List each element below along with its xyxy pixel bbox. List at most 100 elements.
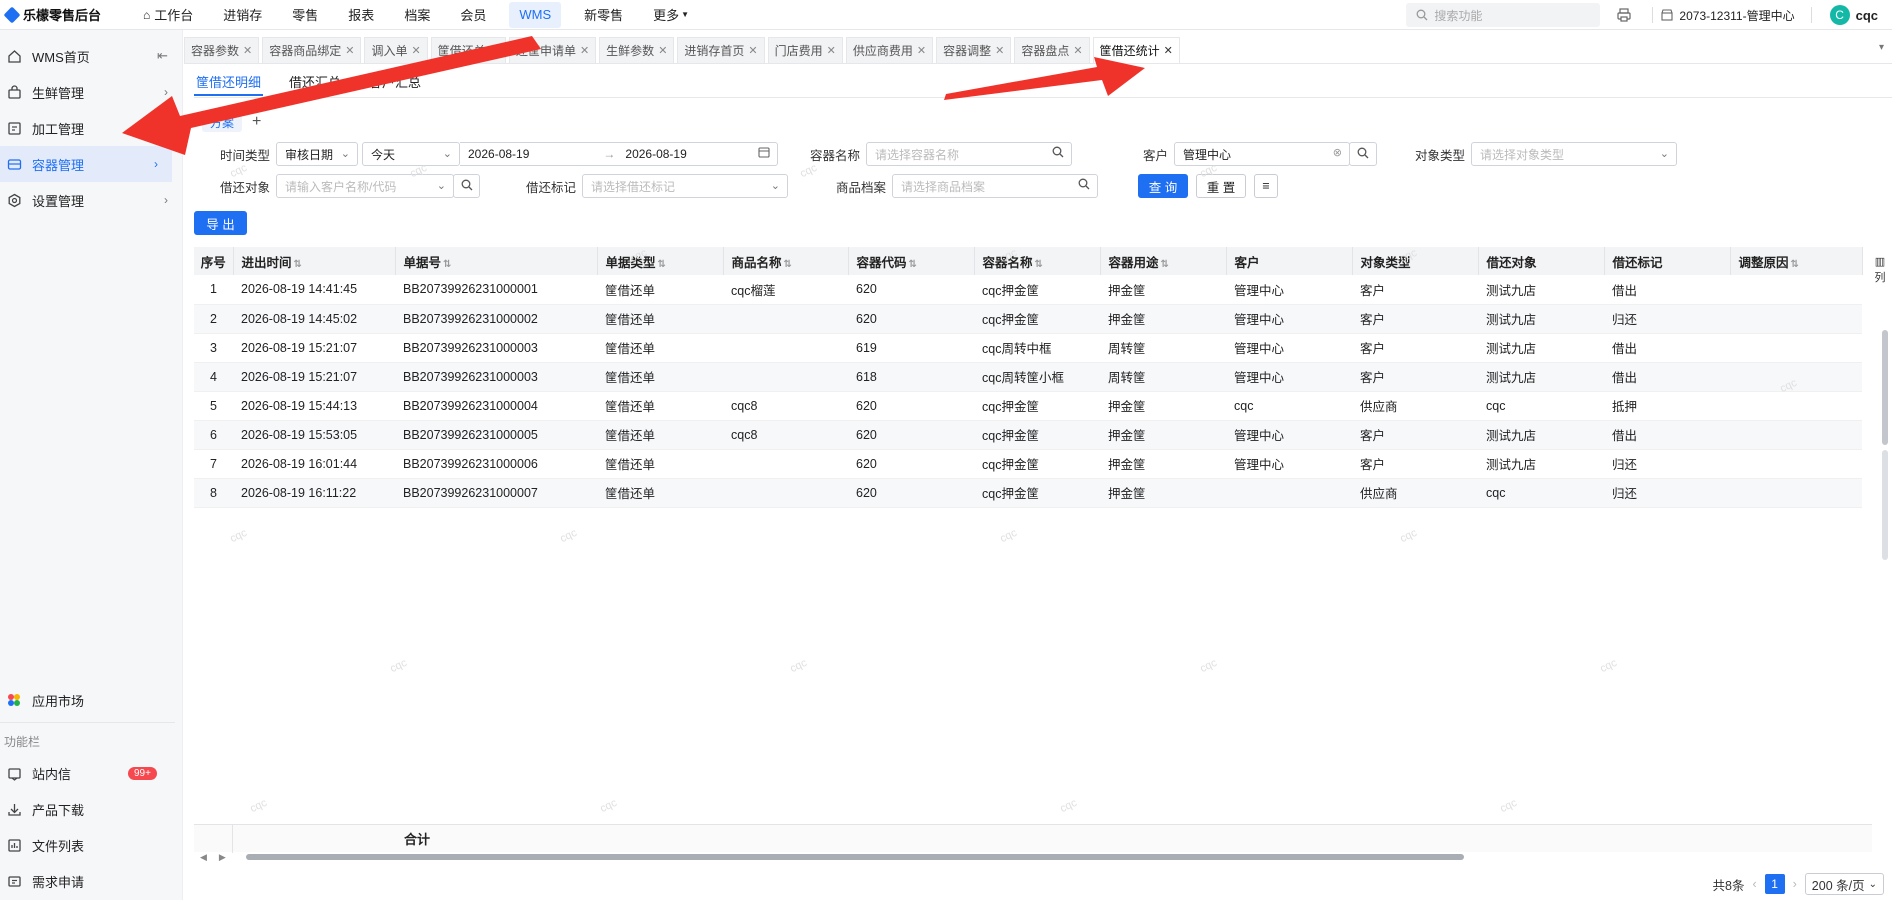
avatar[interactable]: C: [1829, 5, 1850, 25]
collapse-sidebar-icon[interactable]: ⇤: [157, 48, 168, 64]
table-row[interactable]: 7 2026-08-19 16:01:44 BB20739926231000006 筐…: [194, 449, 1862, 479]
subtab-customer-summary[interactable]: 客户汇总: [367, 72, 423, 96]
sidebar-item-processing[interactable]: 加工管理: [0, 110, 182, 146]
query-button[interactable]: 查 询: [1138, 174, 1188, 198]
reset-button[interactable]: 重 置: [1196, 174, 1246, 198]
search-icon[interactable]: [1052, 146, 1064, 161]
close-icon[interactable]: ✕: [995, 44, 1004, 57]
add-icon[interactable]: +: [252, 113, 261, 131]
customer-search-button[interactable]: [1349, 142, 1377, 166]
nav-member[interactable]: 会员: [445, 0, 501, 30]
table-row[interactable]: 2 2026-08-19 14:45:02 BB20739926231000002 筐…: [194, 304, 1862, 334]
printer-icon[interactable]: [1614, 5, 1634, 25]
object-type-select[interactable]: 请选择对象类型 ⌄: [1471, 142, 1677, 166]
borrow-mark-select[interactable]: 请选择借还标记 ⌄: [582, 174, 788, 198]
sort-icon[interactable]: ⇅: [784, 259, 792, 270]
customer-input[interactable]: 管理中心 ⊗: [1174, 142, 1350, 166]
tab-store-fees[interactable]: 门店费用 ✕: [767, 37, 843, 63]
next-page-icon[interactable]: ›: [1793, 877, 1797, 891]
table-row[interactable]: 1 2026-08-19 14:41:45 BB20739926231000001 筐…: [194, 275, 1862, 305]
sidebar-item-wms-home[interactable]: WMS首页 ⇤: [0, 38, 182, 74]
column-header[interactable]: 单据号 ⇅: [395, 247, 598, 275]
column-header[interactable]: 容器名称 ⇅: [974, 247, 1101, 275]
sort-icon[interactable]: ⇅: [1791, 259, 1799, 270]
chevron-down-icon[interactable]: ▾: [1879, 42, 1884, 53]
tab-fresh-params[interactable]: 生鲜参数 ✕: [599, 37, 675, 63]
nav-wms[interactable]: WMS: [509, 1, 562, 28]
sidebar-item-files[interactable]: 文件列表: [0, 827, 183, 863]
subtab-summary[interactable]: 借还汇总: [287, 72, 343, 96]
tab-container-adjust[interactable]: 容器调整 ✕: [936, 37, 1012, 63]
sidebar-item-messages[interactable]: 站内信 99+: [0, 755, 183, 791]
tab-transfer-in[interactable]: 调入单 ✕: [364, 37, 428, 63]
username[interactable]: cqc: [1856, 8, 1878, 23]
close-icon[interactable]: ✕: [827, 44, 836, 57]
tab-basket-borrow-order[interactable]: 筐借还单 ✕: [430, 37, 506, 63]
column-settings-button[interactable]: ▥ 列: [1872, 254, 1888, 286]
search-icon[interactable]: [1078, 178, 1090, 193]
nav-inventory[interactable]: 进销存: [208, 0, 277, 30]
date-range-picker[interactable]: 2026-08-19 → 2026-08-19: [460, 142, 778, 166]
nav-reports[interactable]: 报表: [333, 0, 389, 30]
nav-more[interactable]: 更多 ▼: [638, 0, 704, 30]
table-row[interactable]: 8 2026-08-19 16:11:22 BB20739926231000007 筐…: [194, 478, 1862, 508]
table-row[interactable]: 5 2026-08-19 15:44:13 BB20739926231000004 筐…: [194, 391, 1862, 421]
goods-input[interactable]: 请选择商品档案: [892, 174, 1098, 198]
column-header[interactable]: 容器用途 ⇅: [1100, 247, 1227, 275]
page-number[interactable]: 1: [1764, 874, 1785, 894]
vertical-scrollbar-track[interactable]: [1882, 450, 1888, 560]
scroll-thumb[interactable]: [246, 854, 1464, 860]
tab-container-params[interactable]: 容器参数 ✕: [184, 37, 260, 63]
sidebar-item-settings[interactable]: 设置管理 ›: [0, 182, 182, 218]
column-header[interactable]: 商品名称 ⇅: [723, 247, 849, 275]
sort-icon[interactable]: ⇅: [443, 259, 451, 270]
table-row[interactable]: 4 2026-08-19 15:21:07 BB20739926231000003 筐…: [194, 362, 1862, 392]
export-button[interactable]: 导 出: [194, 211, 247, 235]
brand-logo[interactable]: 乐檬零售后台: [0, 5, 128, 24]
tab-supplier-fees[interactable]: 供应商费用 ✕: [845, 37, 934, 63]
column-header[interactable]: 调整原因 ⇅: [1730, 247, 1863, 275]
nav-archive[interactable]: 档案: [389, 0, 445, 30]
time-type-select[interactable]: 审核日期 ⌄: [276, 142, 358, 166]
vertical-scrollbar[interactable]: [1882, 330, 1888, 445]
close-icon[interactable]: ✕: [411, 44, 420, 57]
subtab-detail[interactable]: 筐借还明细: [194, 72, 264, 96]
close-icon[interactable]: ✕: [1164, 44, 1173, 57]
close-icon[interactable]: ✕: [1073, 44, 1082, 57]
scheme-tab[interactable]: 方案: [202, 112, 243, 132]
tab-return-request[interactable]: 还筐申请单 ✕: [508, 37, 597, 63]
sidebar-item-request[interactable]: 需求申请: [0, 863, 183, 899]
sort-icon[interactable]: ⇅: [1161, 259, 1169, 270]
table-row[interactable]: 3 2026-08-19 15:21:07 BB20739926231000003 筐…: [194, 333, 1862, 363]
container-name-input[interactable]: 请选择容器名称: [866, 142, 1072, 166]
nav-new-retail[interactable]: 新零售: [569, 0, 638, 30]
column-header[interactable]: 进出时间 ⇅: [233, 247, 396, 275]
table-row[interactable]: 6 2026-08-19 15:53:05 BB20739926231000005 筐…: [194, 420, 1862, 450]
tab-basket-borrow-stats[interactable]: 筐借还统计 ✕: [1092, 37, 1180, 63]
sort-icon[interactable]: ⇅: [1035, 259, 1043, 270]
tab-inventory-home[interactable]: 进销存首页 ✕: [677, 37, 765, 63]
scroll-right-icon[interactable]: ▶: [219, 852, 226, 863]
scroll-left-icon[interactable]: ◀: [200, 852, 207, 863]
clear-icon[interactable]: ⊗: [1333, 146, 1342, 159]
store-switcher[interactable]: 2073-12311-管理中心: [1661, 7, 1795, 24]
close-icon[interactable]: ✕: [490, 44, 499, 57]
sidebar-item-app-market[interactable]: 应用市场: [0, 682, 183, 718]
function-search[interactable]: 搜索功能: [1406, 3, 1601, 27]
sidebar-item-fresh[interactable]: 生鲜管理 ›: [0, 74, 182, 110]
close-icon[interactable]: ✕: [243, 44, 252, 57]
borrow-object-input[interactable]: 请输入客户名称/代码 ⌄: [276, 174, 454, 198]
column-header[interactable]: 单据类型 ⇅: [597, 247, 724, 275]
prev-page-icon[interactable]: ‹: [1752, 877, 1756, 891]
nav-workbench[interactable]: ⌂ 工作台: [128, 0, 208, 30]
sidebar-item-download[interactable]: 产品下载: [0, 791, 183, 827]
tab-container-goods-binding[interactable]: 容器商品绑定 ✕: [262, 37, 362, 63]
period-select[interactable]: 今天 ⌄: [362, 142, 460, 166]
tab-container-stocktake[interactable]: 容器盘点 ✕: [1014, 37, 1090, 63]
close-icon[interactable]: ✕: [658, 44, 667, 57]
close-icon[interactable]: ✕: [345, 44, 354, 57]
close-icon[interactable]: ✕: [917, 44, 926, 57]
filter-settings-icon[interactable]: ≡: [1254, 174, 1278, 198]
column-header[interactable]: 容器代码 ⇅: [848, 247, 975, 275]
borrow-object-search-button[interactable]: [453, 174, 480, 198]
